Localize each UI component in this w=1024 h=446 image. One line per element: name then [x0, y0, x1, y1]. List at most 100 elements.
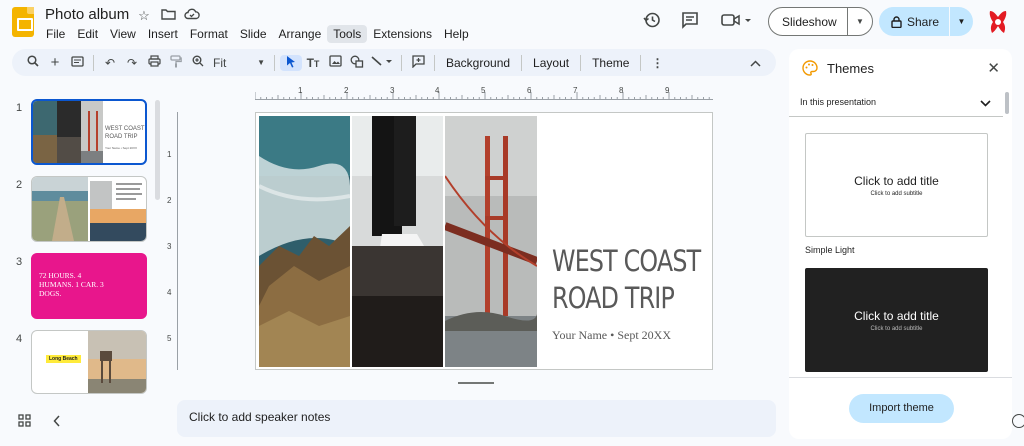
menu-slide[interactable]: Slide [234, 25, 273, 43]
theme-card-simple-light[interactable]: Click to add title Click to add subtitle [805, 133, 988, 237]
theme-name: Simple Light [805, 245, 855, 255]
close-icon[interactable]: ✕ [987, 59, 1000, 77]
horizontal-ruler[interactable]: 1 2 3 4 5 6 7 8 9 [255, 86, 713, 100]
slide-title[interactable]: WEST COAST ROAD TRIP [552, 243, 701, 317]
zoom-icon[interactable] [187, 55, 209, 70]
slide-thumbnail-3[interactable]: 72 HOURS. 4 HUMANS. 1 CAR. 3 DOGS. [31, 253, 147, 319]
line-icon[interactable] [368, 55, 396, 70]
menu-edit[interactable]: Edit [71, 25, 104, 43]
ruler-mark: 4 [167, 288, 172, 297]
paint-format-icon[interactable] [165, 54, 187, 71]
menu-tools[interactable]: Tools [327, 25, 368, 43]
select-cursor-icon[interactable] [280, 54, 302, 71]
slide-number: 1 [16, 102, 23, 114]
thumb-label: Long Beach [46, 355, 81, 363]
share-label: Share [907, 14, 940, 29]
slideshow-button[interactable]: Slideshow ▼ [768, 7, 873, 36]
ruler-mark: 2 [167, 196, 172, 205]
slideshow-dropdown-chevron-icon[interactable]: ▼ [848, 17, 872, 26]
collapse-toolbar-chevron-up-icon[interactable] [744, 56, 766, 70]
layout-select-icon[interactable] [66, 55, 88, 70]
share-dropdown-chevron-icon[interactable]: ▼ [950, 17, 973, 26]
ruler-mark: 1 [167, 150, 172, 159]
more-options-icon[interactable]: ⋮ [646, 56, 668, 70]
menu-help[interactable]: Help [438, 25, 475, 43]
zoom-select[interactable]: Fit ▼ [209, 56, 269, 70]
version-history-icon[interactable] [641, 11, 663, 34]
ruler-mark: 7 [573, 86, 578, 95]
cloud-saved-icon[interactable] [184, 8, 200, 24]
ruler-mark: 8 [619, 86, 624, 95]
share-button[interactable]: Share ▼ [879, 7, 973, 36]
new-slide-plus-icon[interactable]: + [44, 54, 66, 71]
slide-thumbnail-4[interactable]: Long Beach [31, 330, 147, 394]
themes-scrollbar[interactable] [1005, 92, 1009, 114]
thumb-subtitle: Your Name • Sept 20XX [105, 146, 137, 150]
slides-logo-icon[interactable] [12, 7, 34, 37]
menu-extensions[interactable]: Extensions [367, 25, 438, 43]
standing-legs-photo[interactable] [352, 116, 443, 367]
collapse-filmstrip-chevron-left-icon[interactable] [53, 414, 61, 430]
menu-format[interactable]: Format [184, 25, 234, 43]
slide-subtitle[interactable]: Your Name • Sept 20XX [552, 328, 671, 343]
thumb-text: 72 HOURS. 4 HUMANS. 1 CAR. 3 DOGS. [39, 271, 104, 298]
ocean-rocks-photo[interactable] [259, 116, 350, 367]
ruler-mark: 2 [344, 86, 349, 95]
ruler-mark: 9 [665, 86, 670, 95]
speaker-notes[interactable]: Click to add speaker notes [177, 400, 776, 437]
redo-icon[interactable]: ↷ [121, 56, 143, 70]
text-box-icon[interactable]: TT [302, 56, 324, 70]
account-avatar[interactable] [986, 9, 1010, 35]
vertical-ruler[interactable]: 1 2 3 4 5 [166, 112, 178, 370]
slide-filmstrip: 1 WEST COAST ROAD TRIP Your Name • Sept … [0, 90, 162, 400]
themes-source-select[interactable]: In this presentation [789, 92, 1003, 117]
print-icon[interactable] [143, 55, 165, 70]
slide-number: 4 [16, 333, 23, 345]
slide-canvas[interactable]: WEST COAST ROAD TRIP Your Name • Sept 20… [255, 112, 713, 370]
lock-icon [891, 15, 902, 28]
background-button[interactable]: Background [440, 56, 516, 70]
star-icon[interactable]: ☆ [136, 8, 152, 24]
grid-view-icon[interactable] [18, 414, 31, 430]
themes-panel: Themes ✕ In this presentation Click to a… [789, 49, 1012, 439]
theme-card-title: Click to add title [854, 309, 939, 323]
filmstrip-scrollbar[interactable] [155, 100, 160, 200]
shape-icon[interactable] [346, 55, 368, 71]
zoom-chevron-icon: ▼ [257, 57, 265, 67]
menu-view[interactable]: View [104, 25, 142, 43]
comments-icon[interactable] [679, 11, 701, 34]
move-folder-icon[interactable] [160, 8, 176, 24]
theme-button[interactable]: Theme [586, 56, 635, 70]
side-panel-toggle-icon[interactable] [1012, 414, 1024, 428]
menu-arrange[interactable]: Arrange [273, 25, 328, 43]
app-header: Photo album ☆ File Edit View Insert Form… [0, 0, 1024, 46]
document-title[interactable]: Photo album [45, 6, 129, 23]
ruler-mark: 3 [390, 86, 395, 95]
theme-card-title: Click to add title [854, 174, 939, 188]
notes-resize-handle[interactable] [458, 382, 494, 384]
theme-card-subtitle: Click to add subtitle [870, 191, 923, 197]
golden-gate-bridge-photo[interactable] [445, 116, 537, 367]
slide-thumbnail-2[interactable] [31, 176, 147, 242]
menu-bar: File Edit View Insert Format Slide Arran… [40, 25, 475, 43]
zoom-value: Fit [213, 55, 227, 70]
themes-panel-title: Themes [827, 61, 874, 76]
slide-number: 3 [16, 256, 23, 268]
ruler-mark: 1 [298, 86, 303, 95]
slide-thumbnail-1[interactable]: WEST COAST ROAD TRIP Your Name • Sept 20… [31, 99, 147, 165]
search-menus-icon[interactable] [22, 55, 44, 70]
ruler-mark: 5 [481, 86, 486, 95]
import-theme-button[interactable]: Import theme [849, 394, 954, 423]
insert-image-icon[interactable] [324, 55, 346, 70]
slideshow-label[interactable]: Slideshow [769, 15, 847, 29]
palette-icon [802, 60, 818, 81]
menu-insert[interactable]: Insert [142, 25, 184, 43]
slide-number: 2 [16, 179, 23, 191]
layout-button[interactable]: Layout [527, 56, 575, 70]
add-comment-icon[interactable] [407, 54, 429, 71]
meet-call-icon[interactable] [719, 11, 755, 34]
undo-icon[interactable]: ↶ [99, 56, 121, 70]
theme-card-dark[interactable]: Click to add title Click to add subtitle [805, 268, 988, 372]
menu-file[interactable]: File [40, 25, 71, 43]
themes-source-value: In this presentation [800, 97, 877, 107]
